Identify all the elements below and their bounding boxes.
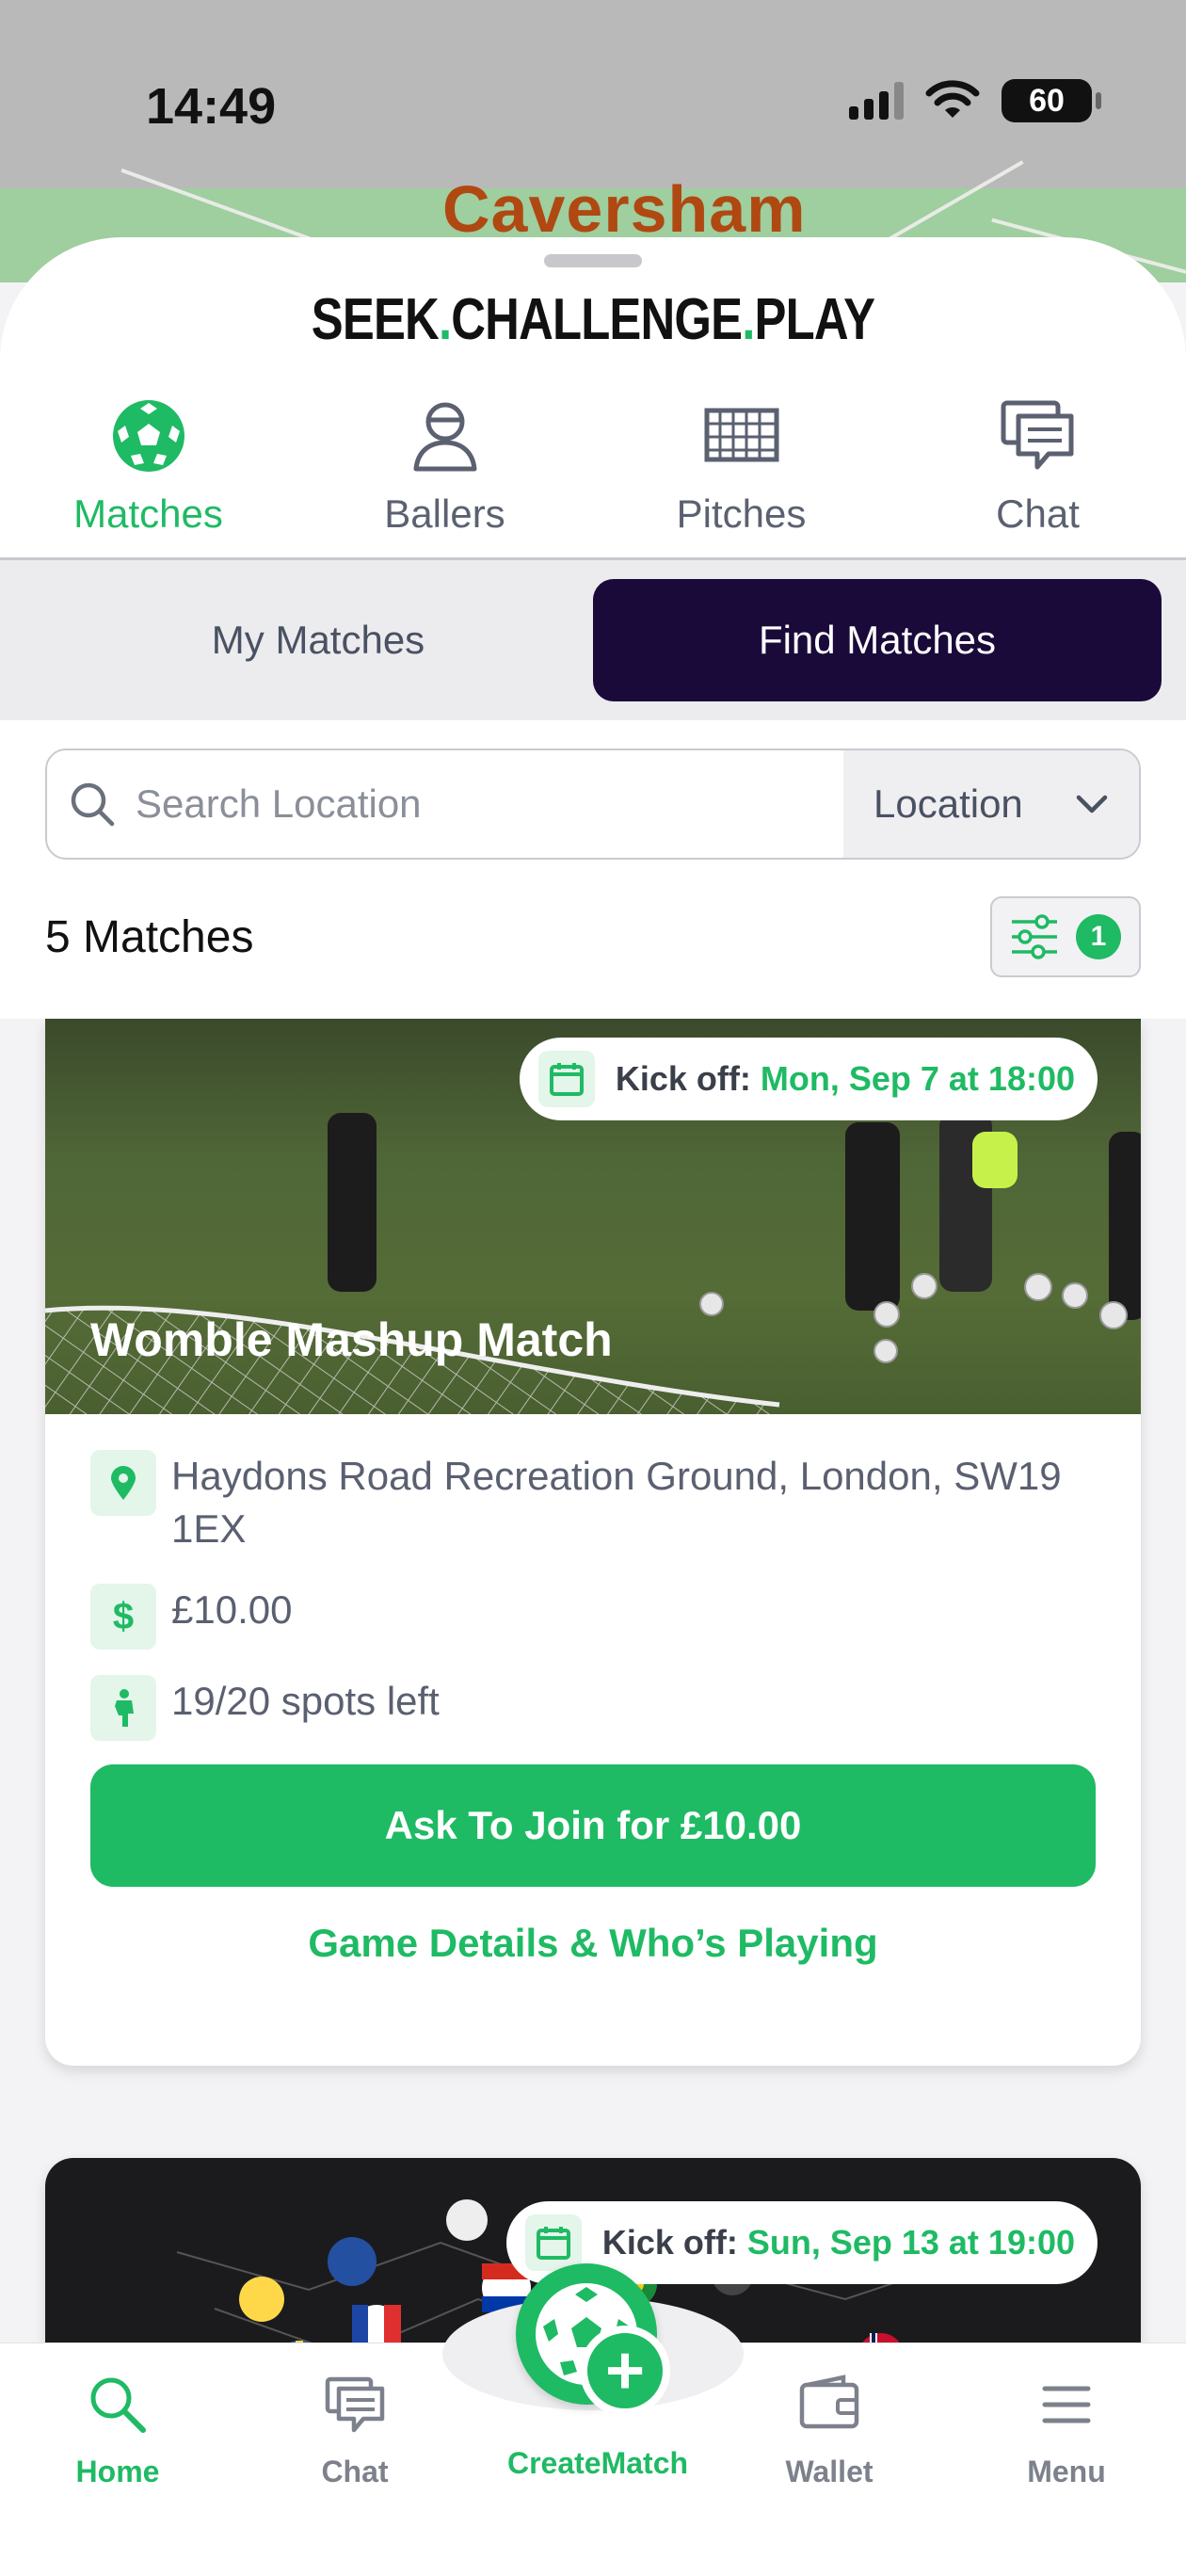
search-icon <box>71 782 115 827</box>
nav-home[interactable]: Home <box>24 2372 212 2489</box>
goal-net-icon <box>704 408 778 462</box>
calendar-icon <box>537 1051 595 1107</box>
match-photo: Kick off: Mon, Sep 7 at 18:00 Womble Mas… <box>45 1019 1141 1414</box>
nav-wallet[interactable]: Wallet <box>735 2372 923 2489</box>
find-matches-segment[interactable]: Find Matches <box>593 579 1162 701</box>
dollar-icon: $ <box>90 1584 156 1650</box>
tab-chat[interactable]: Chat <box>890 378 1186 557</box>
chat-icon <box>325 2376 385 2433</box>
search-placeholder: Search Location <box>136 781 422 826</box>
status-icons: 60 <box>849 79 1101 122</box>
search-icon <box>90 2377 146 2433</box>
match-title: Womble Mashup Match <box>90 1313 613 1366</box>
search-bar: Search Location Location <box>45 749 1141 860</box>
results-row: 5 Matches 1 <box>45 894 1141 979</box>
chevron-down-icon <box>1076 795 1108 813</box>
calendar-icon <box>524 2214 582 2271</box>
match-price: $ £10.00 <box>90 1584 1098 1650</box>
kickoff-pill: Kick off: Mon, Sep 7 at 18:00 <box>519 1038 1098 1120</box>
plus-icon[interactable]: + <box>580 2326 670 2416</box>
search-input[interactable]: Search Location <box>47 750 843 858</box>
match-count: 5 Matches <box>45 911 254 962</box>
brand-logo: SEEK.CHALLENGE.PLAY <box>311 287 875 352</box>
battery-icon: 60 <box>1002 79 1101 122</box>
location-dropdown-value: Location <box>873 781 1023 826</box>
filter-count-badge: 1 <box>1076 914 1121 959</box>
status-time: 14:49 <box>146 78 277 135</box>
match-address: Haydons Road Recreation Ground, London, … <box>90 1450 1098 1555</box>
tab-ballers[interactable]: Ballers <box>296 378 593 557</box>
ask-to-join-button[interactable]: Ask To Join for £10.00 <box>90 1764 1096 1887</box>
hamburger-menu-icon <box>1042 2386 1091 2423</box>
match-list: Kick off: Mon, Sep 7 at 18:00 Womble Mas… <box>0 1019 1186 2343</box>
sliders-icon <box>1012 914 1057 959</box>
match-card[interactable]: Kick off: Mon, Sep 7 at 18:00 Womble Mas… <box>45 1019 1141 2066</box>
kickoff-time: Mon, Sep 7 at 18:00 <box>760 1059 1075 1098</box>
player-icon <box>90 1675 156 1741</box>
person-icon <box>413 402 476 472</box>
soccer-ball-icon <box>112 400 184 472</box>
location-pin-icon <box>90 1450 156 1516</box>
wifi-icon <box>925 80 980 118</box>
nav-menu[interactable]: Menu <box>972 2372 1161 2489</box>
tab-matches[interactable]: Matches <box>0 378 296 557</box>
game-details-link[interactable]: Game Details & Who’s Playing <box>45 1921 1141 1966</box>
map-place-label: Caversham <box>442 172 807 246</box>
create-match-label: CreateMatch <box>506 2446 689 2480</box>
wallet-icon <box>799 2375 859 2429</box>
match-spots: 19/20 spots left <box>90 1675 1098 1741</box>
my-matches-segment[interactable]: My Matches <box>34 579 602 701</box>
nav-chat[interactable]: Chat <box>261 2372 449 2489</box>
cellular-signal-icon <box>849 82 904 120</box>
filter-button[interactable]: 1 <box>990 896 1141 977</box>
location-dropdown[interactable]: Location <box>843 750 1139 858</box>
chat-bubble-icon <box>1001 400 1073 470</box>
tab-pitches[interactable]: Pitches <box>593 378 890 557</box>
sheet-grabber[interactable] <box>544 254 642 267</box>
kickoff-time: Sun, Sep 13 at 19:00 <box>746 2223 1075 2262</box>
category-tabs: Matches Ballers Pitches Chat <box>0 378 1186 557</box>
